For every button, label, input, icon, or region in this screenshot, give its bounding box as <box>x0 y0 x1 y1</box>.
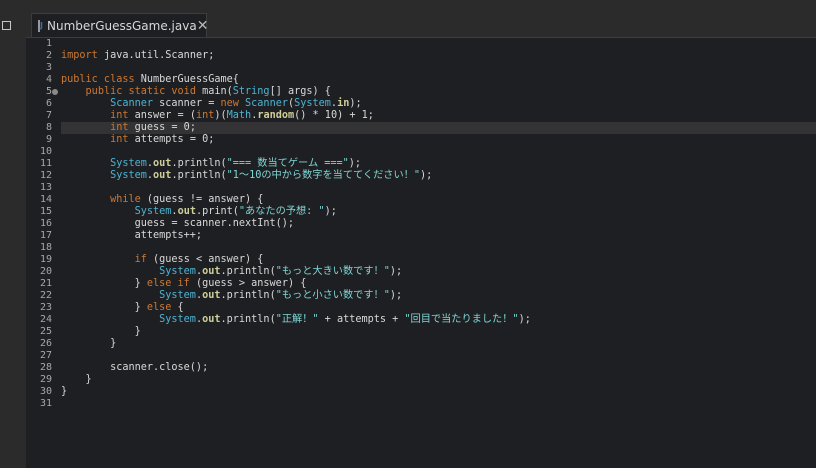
line-number: 14 <box>39 194 52 205</box>
line-number: 16 <box>39 218 52 229</box>
java-file-icon: J <box>38 20 43 32</box>
code-line[interactable]: import java.util.Scanner; <box>61 50 214 62</box>
line-number-gutter: 1 2 3 4 5 6 7 8 9 10 11 12 13 14 15 16 17 18 19 20 21 22 23 24 2… <box>26 38 58 468</box>
code-line[interactable]: public static void main(String[] args) { <box>61 86 331 98</box>
line-number: 5 <box>45 86 52 97</box>
code-line[interactable]: while (guess != answer) { <box>61 194 263 206</box>
line-number: 20 <box>39 266 52 277</box>
line-number: 29 <box>39 374 52 385</box>
line-number: 1 <box>45 38 52 49</box>
line-number: 28 <box>39 362 52 373</box>
code-area[interactable]: import java.util.Scanner; public class Nu… <box>61 38 816 468</box>
code-line[interactable]: } <box>61 386 67 398</box>
code-line[interactable]: public class NumberGuessGame{ <box>61 74 239 86</box>
code-line[interactable]: int answer = (int)(Math.random() * 10) +… <box>61 110 374 122</box>
line-number: 22 <box>39 290 52 301</box>
tab-number-guess-game[interactable]: J NumberGuessGame.java ✕ <box>31 13 209 38</box>
code-line[interactable]: Scanner scanner = new Scanner(System.in)… <box>61 98 362 110</box>
line-number: 10 <box>39 146 52 157</box>
line-number: 18 <box>39 242 52 253</box>
close-icon[interactable]: ✕ <box>197 18 209 34</box>
code-line[interactable]: } <box>61 374 92 386</box>
code-line[interactable]: System.out.println("もっと小さい数です！"); <box>61 290 402 302</box>
line-number: 17 <box>39 230 52 241</box>
code-line[interactable]: attempts++; <box>61 230 202 242</box>
code-line[interactable]: System.out.println("1～10の中から数字を当ててください！"… <box>61 170 432 182</box>
restore-icon[interactable] <box>2 21 11 30</box>
line-number: 3 <box>45 62 52 73</box>
tab-title: NumberGuessGame.java <box>47 19 197 33</box>
code-line[interactable]: System.out.println("正解！" + attempts + "回… <box>61 314 531 326</box>
line-number: 27 <box>39 350 52 361</box>
code-line[interactable]: int guess = 0; <box>61 122 196 134</box>
code-line[interactable]: System.out.println("=== 数当てゲーム ==="); <box>61 158 361 170</box>
line-number: 31 <box>39 398 52 409</box>
left-panel-strip <box>0 0 27 468</box>
line-number: 2 <box>45 50 52 61</box>
code-line[interactable]: guess = scanner.nextInt(); <box>61 218 294 230</box>
line-number: 12 <box>39 170 52 181</box>
code-line[interactable]: } else { <box>61 302 184 314</box>
line-number: 23 <box>39 302 52 313</box>
breakpoint-marker-icon[interactable] <box>52 89 58 95</box>
line-number: 11 <box>39 158 52 169</box>
line-number: 4 <box>45 74 52 85</box>
line-number: 21 <box>39 278 52 289</box>
line-number: 24 <box>39 314 52 325</box>
line-number: 6 <box>45 98 52 109</box>
line-number: 8 <box>45 122 52 133</box>
line-number: 26 <box>39 338 52 349</box>
code-line[interactable]: System.out.println("もっと大きい数です！"); <box>61 266 402 278</box>
code-line[interactable]: scanner.close(); <box>61 362 208 374</box>
line-number: 19 <box>39 254 52 265</box>
code-line[interactable]: } <box>61 338 116 350</box>
line-number: 25 <box>39 326 52 337</box>
line-number: 15 <box>39 206 52 217</box>
code-line[interactable]: System.out.print("あなたの予想: "); <box>61 206 337 218</box>
editor-tab-bar: J NumberGuessGame.java ✕ <box>26 0 816 38</box>
line-number: 7 <box>45 110 52 121</box>
line-number: 30 <box>39 386 52 397</box>
code-line[interactable]: } else if (guess > answer) { <box>61 278 307 290</box>
line-number: 9 <box>45 134 52 145</box>
code-line[interactable]: int attempts = 0; <box>61 134 214 146</box>
line-number: 13 <box>39 182 52 193</box>
code-line[interactable]: if (guess < answer) { <box>61 254 264 266</box>
code-line[interactable]: } <box>61 326 141 338</box>
code-editor[interactable]: 1 2 3 4 5 6 7 8 9 10 11 12 13 14 15 16 17 18 19 20 21 22 23 24 2… <box>26 38 816 468</box>
